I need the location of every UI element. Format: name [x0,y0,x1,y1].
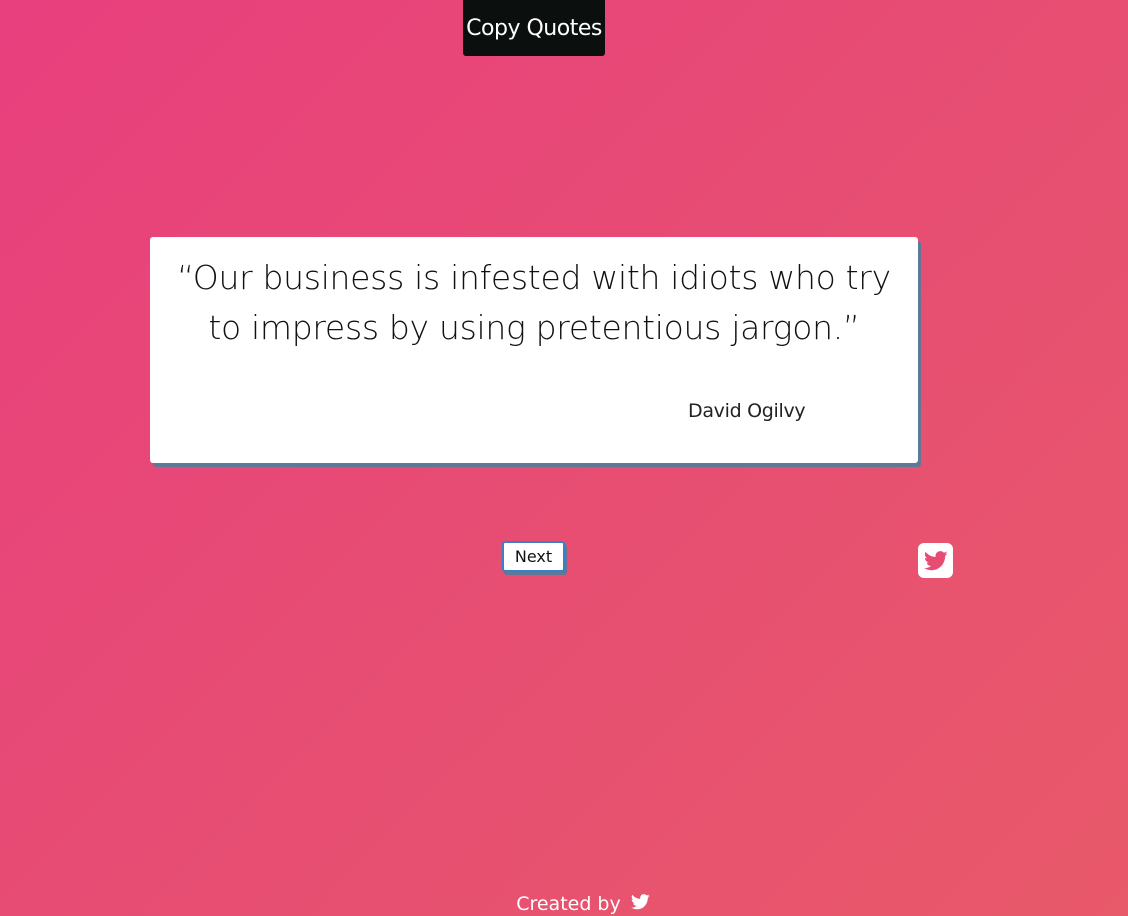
next-quote-button[interactable]: Next [502,541,565,572]
twitter-square-icon[interactable] [918,543,953,578]
quote-card: “Our business is infested with idiots wh… [150,237,918,463]
page-title: Copy Quotes [463,0,605,56]
twitter-bird-icon[interactable] [630,893,650,915]
footer-created-by: Created by [516,892,621,915]
twitter-bird-glyph [923,550,948,570]
quote-author: David Ogilvy [688,400,806,422]
footer: Created by [0,892,1128,915]
quote-text: “Our business is infested with idiots wh… [177,258,891,347]
